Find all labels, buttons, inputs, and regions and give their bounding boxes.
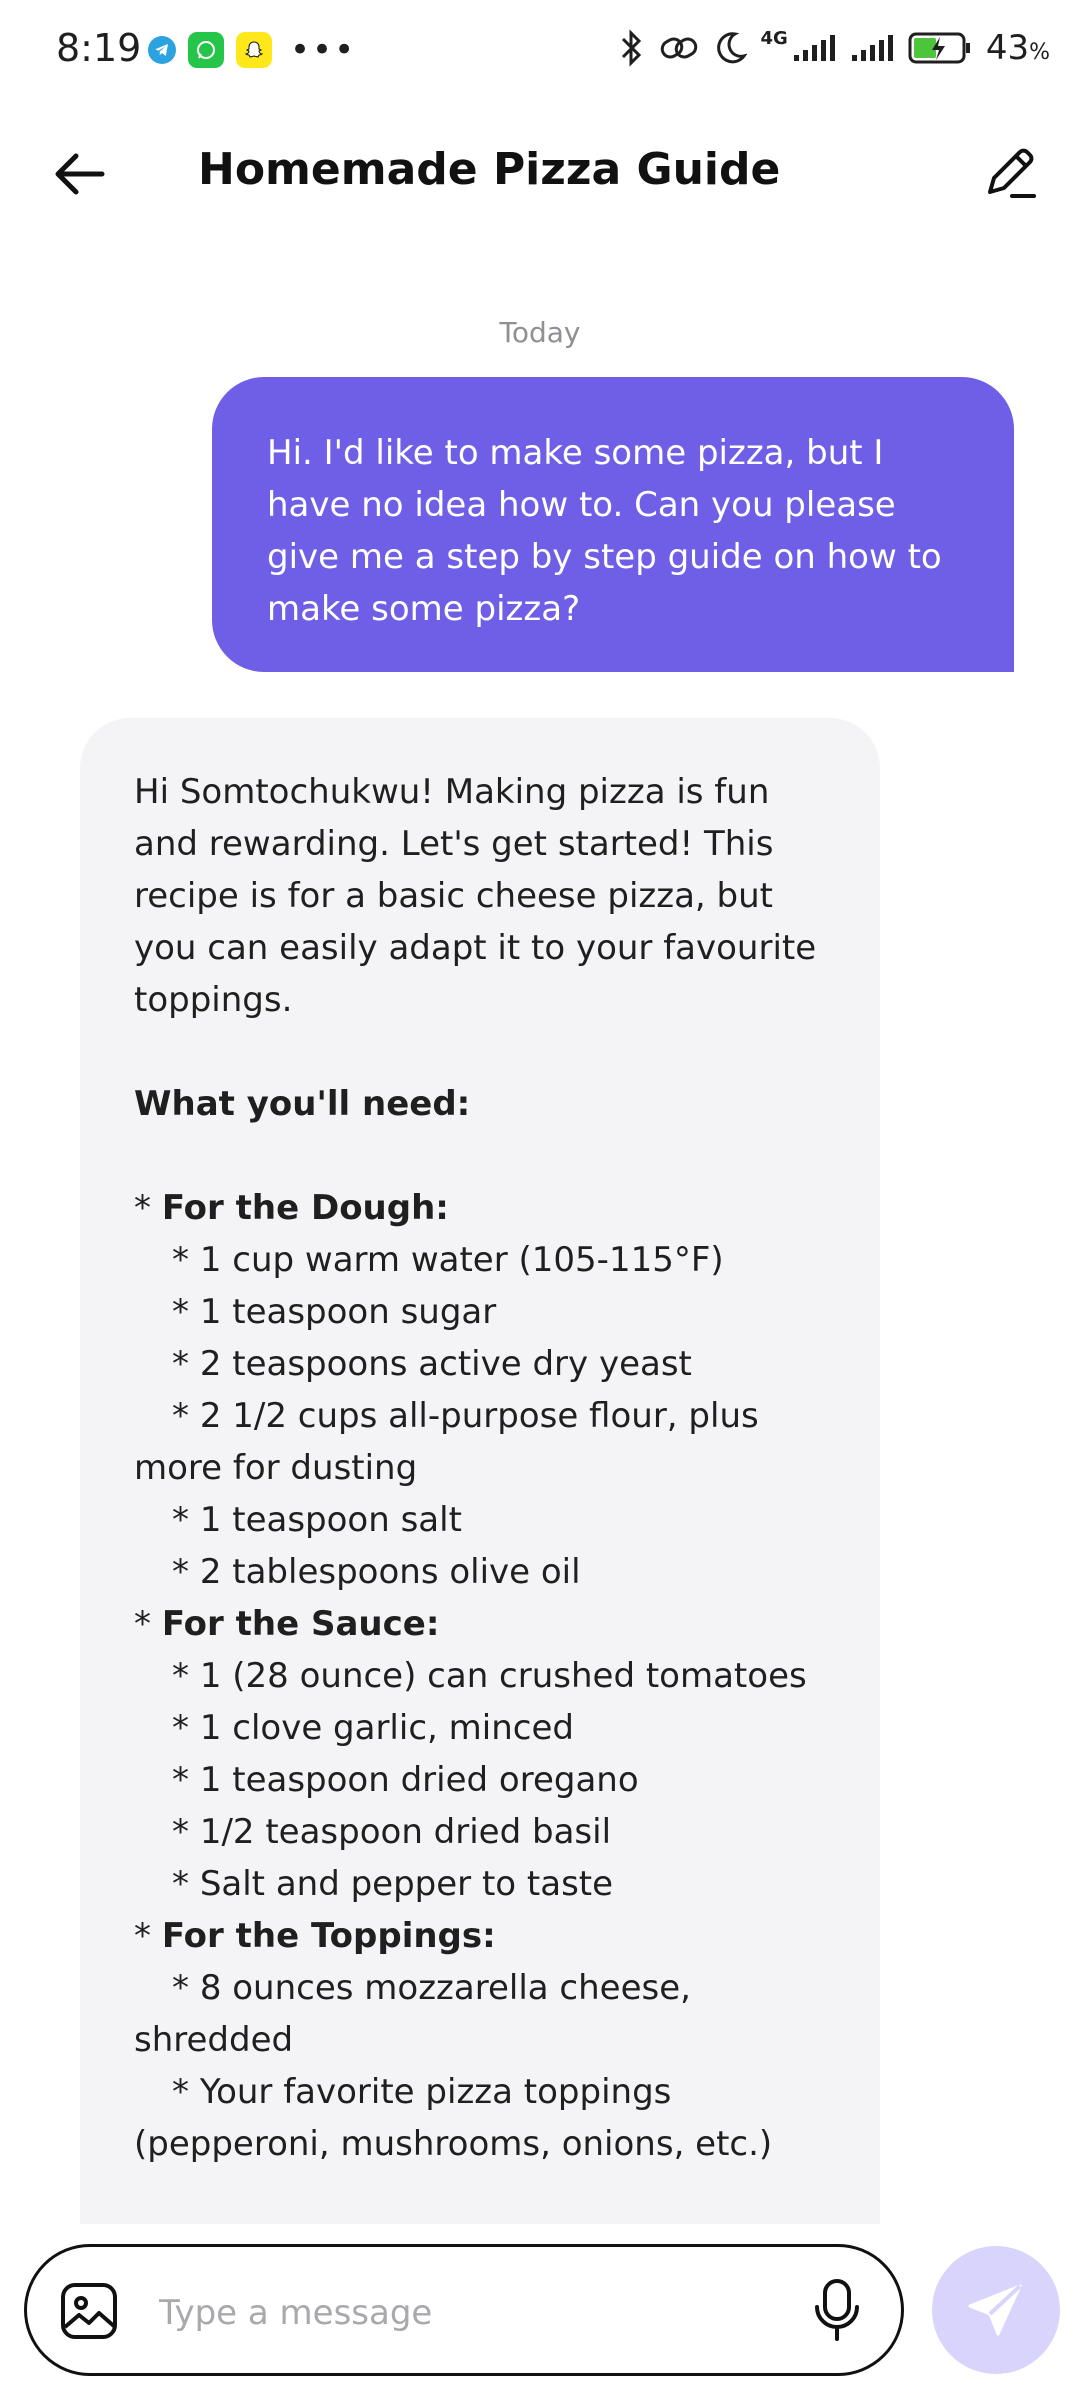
send-icon (968, 2284, 1022, 2336)
assistant-intro: Hi Somtochukwu! Making pizza is fun and … (134, 772, 817, 1020)
sauce-heading: For the Sauce: (161, 1604, 440, 1644)
list-item: * 2 1/2 cups all-purpose flour, plus mor… (134, 1396, 759, 1488)
notification-icons: ••• (148, 32, 356, 68)
edit-pencil-icon[interactable] (978, 140, 1042, 204)
whatsapp-icon (188, 32, 224, 68)
microphone-icon[interactable] (809, 2277, 865, 2343)
dough-heading: For the Dough: (161, 1188, 449, 1228)
sauce-heading-line: * For the Sauce: (134, 1604, 440, 1644)
toppings-heading-line: * For the Toppings: (134, 1916, 496, 1956)
status-bar: 8:19 ••• 4G 43% (0, 0, 1080, 100)
signal-2-icon (851, 35, 893, 61)
back-arrow-icon[interactable] (48, 142, 112, 206)
telegram-icon (148, 36, 176, 64)
list-item: * 2 tablespoons olive oil (172, 1552, 581, 1592)
network-type: 4G (760, 28, 788, 49)
link-icon (660, 37, 697, 59)
list-item: * 1/2 teaspoon dried basil (172, 1812, 612, 1852)
list-item: * 1 (28 ounce) can crushed tomatoes (172, 1656, 807, 1696)
bluetooth-icon (621, 29, 641, 67)
date-divider: Today (499, 316, 581, 349)
chat-title: Homemade Pizza Guide (198, 144, 781, 195)
list-item: * 1 teaspoon dried oregano (172, 1760, 639, 1800)
moon-icon (716, 32, 747, 64)
chat-header: Homemade Pizza Guide (0, 120, 1080, 230)
system-icons: 4G 43% (619, 28, 1050, 68)
list-item: * 2 teaspoons active dry yeast (172, 1344, 692, 1384)
list-item: * 1 teaspoon salt (172, 1500, 462, 1540)
user-message-bubble[interactable]: Hi. I'd like to make some pizza, but I h… (212, 377, 1014, 672)
battery-charging-icon (908, 32, 970, 64)
user-message-text: Hi. I'd like to make some pizza, but I h… (267, 433, 942, 629)
list-item: * 1 teaspoon sugar (172, 1292, 497, 1332)
battery-percent: 43% (985, 28, 1050, 68)
list-item: * Your favorite pizza toppings (pepperon… (134, 2072, 773, 2164)
list-item: * 1 cup warm water (105-115°F) (172, 1240, 724, 1280)
dough-heading-line: * For the Dough: (134, 1188, 449, 1228)
message-input[interactable] (157, 2287, 811, 2339)
list-item: * 1 clove garlic, minced (172, 1708, 574, 1748)
need-heading: What you'll need: (134, 1084, 471, 1124)
list-item: * 8 ounces mozzarella cheese, shredded (134, 1968, 691, 2060)
signal-icon (793, 35, 835, 61)
image-attach-icon[interactable] (57, 2279, 121, 2343)
status-time: 8:19 (56, 26, 142, 70)
send-button[interactable] (932, 2246, 1060, 2374)
message-composer (24, 2244, 904, 2376)
toppings-heading: For the Toppings: (161, 1916, 496, 1956)
snapchat-icon (236, 32, 272, 68)
list-item: * Salt and pepper to taste (172, 1864, 614, 1904)
assistant-message-bubble[interactable]: Hi Somtochukwu! Making pizza is fun and … (80, 718, 880, 2318)
more-notifications-icon: ••• (290, 30, 357, 70)
